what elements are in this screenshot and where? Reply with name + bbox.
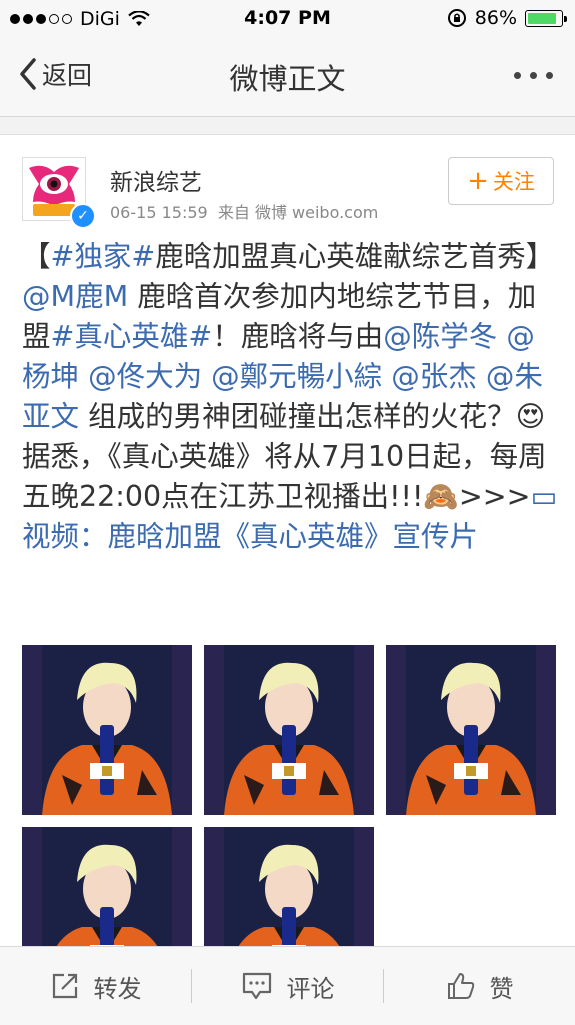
post-link[interactable]: @鄭元暢小綜 xyxy=(211,360,382,393)
more-icon xyxy=(514,72,521,79)
battery-percent: 86% xyxy=(474,7,517,29)
comment-icon xyxy=(242,972,271,1000)
photo-thumbnail[interactable] xyxy=(204,827,374,957)
post-link[interactable]: @M鹿M xyxy=(22,280,128,313)
post-text-segment: 😍 xyxy=(515,400,546,433)
post-card: ✓ 新浪综艺 06-15 15:59 来自 微博 weibo.com + 关注 … xyxy=(0,134,575,957)
comment-label: 评论 xyxy=(286,974,335,1003)
plus-icon: + xyxy=(467,166,489,196)
follow-button[interactable]: + 关注 xyxy=(448,157,554,205)
status-bar: DiGi 4:07 PM 86% xyxy=(0,0,575,36)
rotation-lock-icon xyxy=(447,9,466,27)
comment-button[interactable]: 评论 xyxy=(192,947,383,1025)
post-link[interactable]: @张杰 xyxy=(391,360,477,393)
post-text-segment xyxy=(477,360,486,393)
photo-thumbnail[interactable] xyxy=(22,645,192,815)
battery-icon xyxy=(525,9,567,27)
post-source: 来自 微博 weibo.com xyxy=(217,203,379,222)
like-button[interactable]: 赞 xyxy=(384,947,575,1025)
post-text-segment xyxy=(79,360,88,393)
repost-button[interactable]: 转发 xyxy=(0,947,191,1025)
follow-label: 关注 xyxy=(492,170,535,194)
photo-thumbnail[interactable] xyxy=(22,827,192,957)
post-link[interactable]: #独家# xyxy=(51,240,156,273)
post-text-segment xyxy=(382,360,391,393)
photo-thumbnail[interactable] xyxy=(204,645,374,815)
post-text: 【#独家#鹿晗加盟真心英雄献综艺首秀】 @M鹿M 鹿晗首次参加内地综艺节目，加盟… xyxy=(22,237,562,557)
post-link[interactable]: @陈学冬 xyxy=(383,320,497,353)
like-label: 赞 xyxy=(489,974,514,1003)
post-text-segment: ！鹿晗将与由 xyxy=(212,320,384,353)
action-toolbar: 转发 评论 赞 xyxy=(0,946,575,1025)
thumbs-up-icon xyxy=(447,973,474,999)
navigation-bar: 返回 微博正文 xyxy=(0,36,575,117)
page-title: 微博正文 xyxy=(229,62,346,96)
username[interactable]: 新浪综艺 xyxy=(110,163,202,197)
post-text-segment: >>> xyxy=(458,480,531,513)
timestamp: 06-15 15:59 xyxy=(110,203,208,222)
more-options-button[interactable] xyxy=(514,72,553,79)
verified-badge-icon: ✓ xyxy=(70,203,96,229)
post-text-segment: 组成的男神团碰撞出怎样的火花？ xyxy=(79,400,516,433)
post-link[interactable]: #真心英雄# xyxy=(51,320,213,353)
post-meta: 06-15 15:59 来自 微博 weibo.com xyxy=(110,199,378,223)
repost-label: 转发 xyxy=(93,974,142,1003)
post-link[interactable]: @佟大为 xyxy=(88,360,202,393)
photo-thumbnail[interactable] xyxy=(386,645,556,815)
post-text-segment xyxy=(202,360,211,393)
repost-icon xyxy=(52,973,77,999)
post-text-segment: 鹿晗加盟真心英雄献综艺首秀】 xyxy=(155,240,555,273)
battery-area: 86% xyxy=(447,7,567,29)
post-text-segment: 【 xyxy=(22,240,51,273)
post-text-segment: 🙈 xyxy=(423,480,459,513)
